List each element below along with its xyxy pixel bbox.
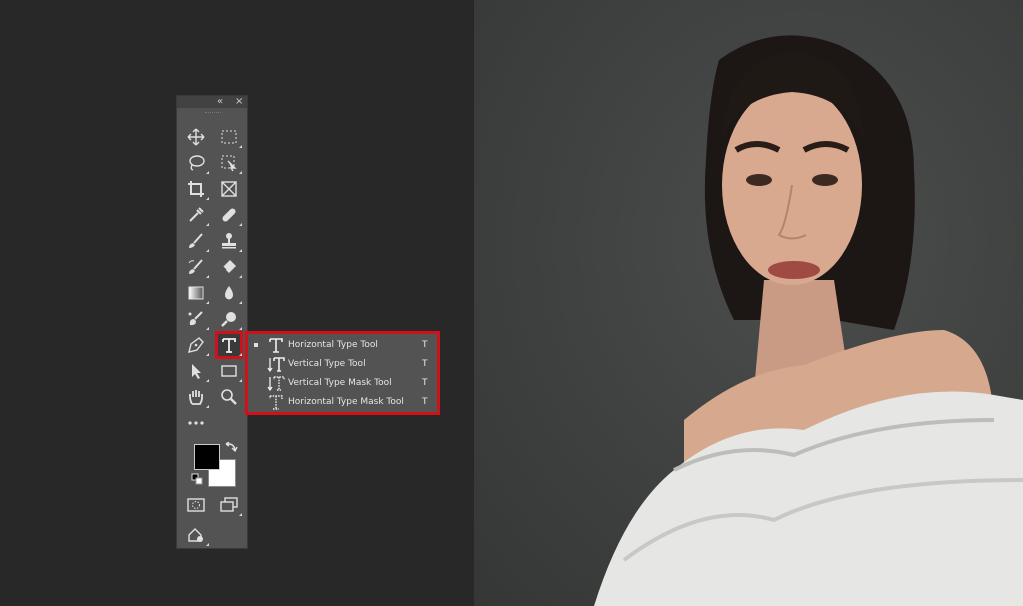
pen-tool[interactable]	[185, 334, 209, 356]
crop-icon	[188, 181, 204, 197]
stamp-icon	[222, 233, 236, 249]
eraser-icon	[222, 260, 236, 273]
tools-panel: « ×	[176, 95, 248, 549]
magnifier-icon	[221, 312, 236, 327]
rect-marquee-icon	[221, 130, 237, 144]
blur-tool[interactable]	[218, 282, 242, 304]
portrait-photo	[594, 35, 1023, 606]
object-select-tool[interactable]	[218, 152, 242, 174]
menu-item-label: Vertical Type Tool	[288, 358, 366, 369]
default-colors-icon[interactable]	[191, 473, 203, 485]
menu-item-shortcut: T	[422, 358, 428, 369]
drop-icon	[225, 286, 233, 300]
gradient-icon	[188, 286, 204, 300]
type-vertical-mask-icon	[267, 375, 285, 391]
object-select-icon	[221, 155, 237, 172]
dodge-tool[interactable]	[185, 308, 209, 330]
type-horizontal-mask-icon	[269, 394, 283, 410]
document-canvas[interactable]	[474, 0, 1023, 606]
zoom-tool[interactable]	[218, 386, 240, 408]
bandage-icon	[222, 208, 236, 222]
eyedropper-tool[interactable]	[185, 204, 209, 226]
type-vertical-icon	[267, 356, 285, 372]
eraser-tool[interactable]	[218, 256, 242, 278]
pen-icon	[188, 337, 204, 353]
type-tool-flyout-menu: Horizontal Type Tool T Vertical Type Too…	[245, 331, 440, 415]
history-brush-tool[interactable]	[185, 256, 209, 278]
healing-tool[interactable]	[218, 204, 242, 226]
hand-icon	[189, 390, 203, 405]
screen-mode-icon	[220, 497, 238, 512]
gradient-tool[interactable]	[185, 282, 209, 304]
zoom-icon	[221, 389, 237, 405]
panel-grip[interactable]	[205, 112, 221, 115]
menu-item-shortcut: T	[422, 339, 428, 350]
quick-mask-icon	[187, 498, 205, 512]
history-brush-icon	[188, 259, 203, 274]
menu-item-shortcut: T	[422, 396, 428, 407]
screen-mode-button[interactable]	[218, 494, 242, 516]
more-tools[interactable]	[185, 412, 207, 434]
menu-item-label: Vertical Type Mask Tool	[288, 377, 392, 388]
menu-item-vertical-type-mask[interactable]: Vertical Type Mask Tool T	[248, 373, 437, 392]
menu-item-horizontal-type[interactable]: Horizontal Type Tool T	[248, 335, 437, 354]
crop-tool[interactable]	[185, 178, 209, 200]
selected-indicator	[254, 342, 258, 347]
frame-tool[interactable]	[218, 178, 240, 200]
collapse-icon[interactable]: «	[217, 96, 223, 108]
shape-tool[interactable]	[218, 360, 242, 382]
edit-toolbar-icon	[188, 528, 203, 542]
menu-item-label: Horizontal Type Tool	[288, 339, 378, 350]
menu-item-horizontal-type-mask[interactable]: Horizontal Type Mask Tool T	[248, 392, 437, 411]
brush-tool[interactable]	[185, 230, 209, 252]
eyedropper-icon	[189, 207, 204, 222]
type-tool[interactable]	[215, 331, 243, 359]
type-icon	[222, 338, 236, 353]
dodge-icon	[188, 311, 203, 326]
move-tool[interactable]	[185, 126, 207, 148]
move-icon	[187, 128, 205, 146]
lasso-tool[interactable]	[185, 152, 209, 174]
edit-toolbar-button[interactable]	[185, 524, 209, 546]
marquee-tool[interactable]	[218, 126, 242, 148]
frame-icon	[221, 181, 237, 197]
rectangle-icon	[221, 365, 237, 377]
lasso-icon	[189, 155, 205, 171]
ellipsis-icon	[188, 421, 204, 425]
arrow-icon	[192, 364, 201, 379]
menu-item-shortcut: T	[422, 377, 428, 388]
close-icon[interactable]: ×	[235, 96, 243, 108]
stamp-tool[interactable]	[218, 230, 242, 252]
sponge-tool[interactable]	[218, 308, 242, 330]
hand-tool[interactable]	[185, 386, 209, 408]
type-horizontal-icon	[269, 337, 283, 353]
brush-icon	[189, 233, 203, 248]
path-select-tool[interactable]	[185, 360, 209, 382]
foreground-color-swatch[interactable]	[194, 444, 220, 470]
menu-item-vertical-type[interactable]: Vertical Type Tool T	[248, 354, 437, 373]
quick-mask-button[interactable]	[185, 494, 207, 516]
menu-item-label: Horizontal Type Mask Tool	[288, 396, 404, 407]
tools-panel-header: « ×	[177, 96, 247, 108]
swap-colors-icon[interactable]	[224, 442, 238, 454]
